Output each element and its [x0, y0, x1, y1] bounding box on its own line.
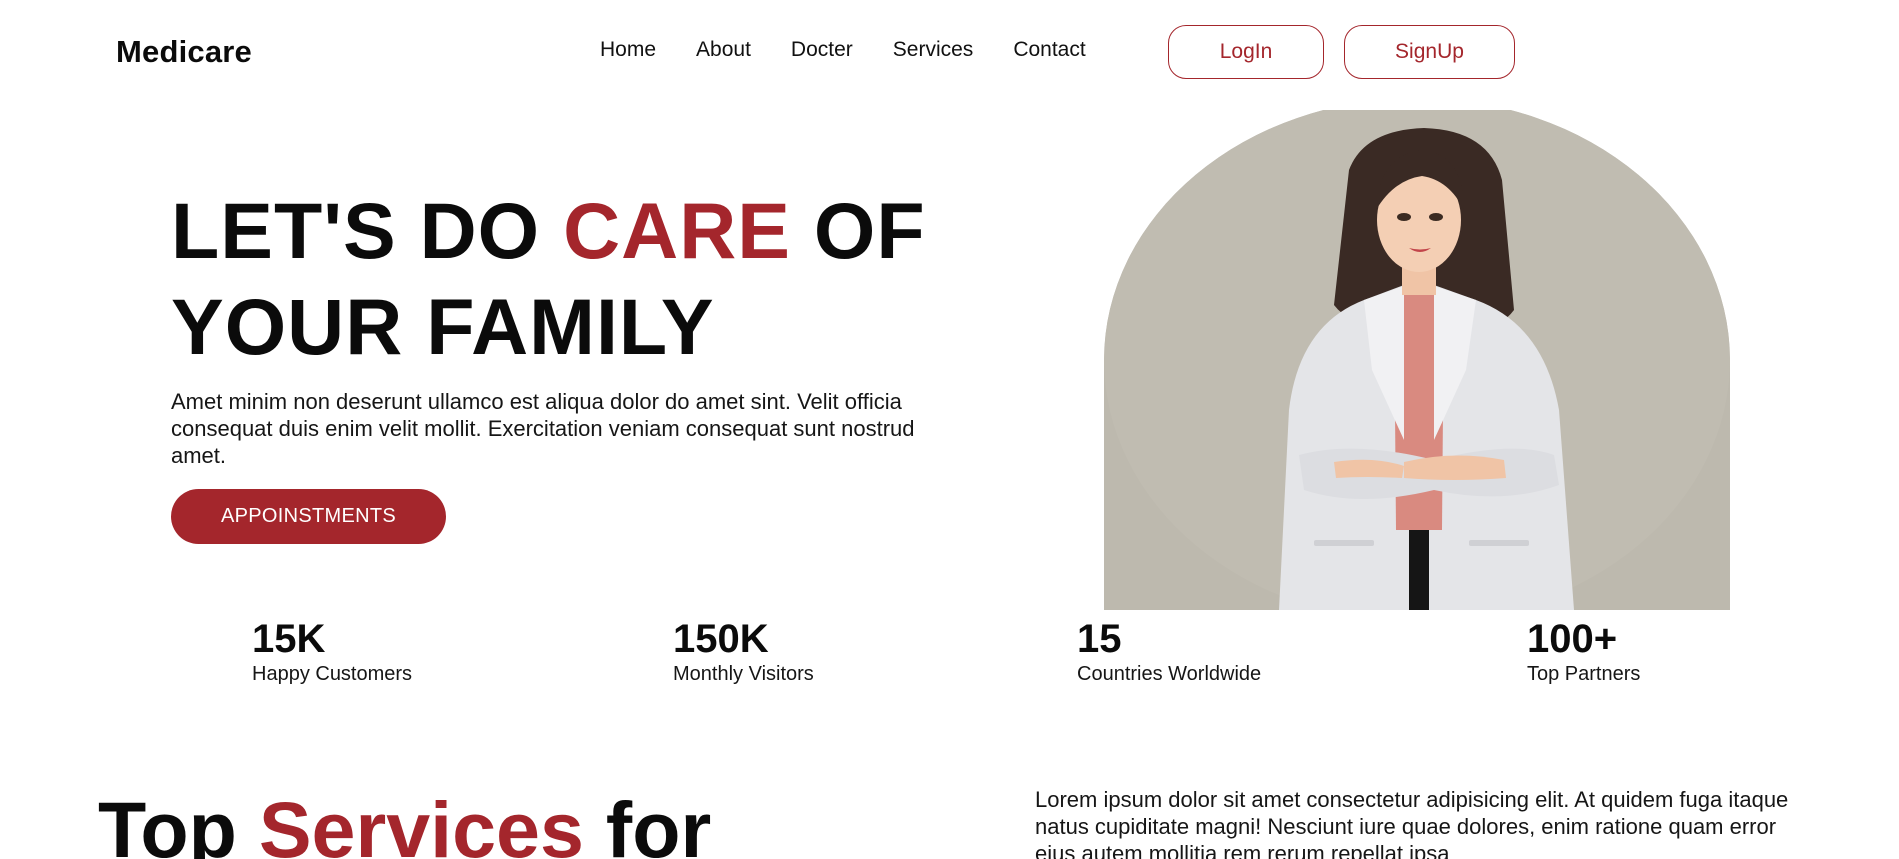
services-description: Lorem ipsum dolor sit amet consectetur a… — [1035, 787, 1789, 859]
stat-countries: 15 Countries Worldwide — [1077, 617, 1261, 686]
nav-about[interactable]: About — [696, 38, 751, 62]
stat-value: 100+ — [1527, 617, 1618, 661]
services-title-accent: Services — [258, 785, 584, 859]
stat-value: 15 — [1077, 617, 1122, 661]
nav-home[interactable]: Home — [600, 38, 656, 62]
stat-label: Countries Worldwide — [1077, 663, 1262, 685]
stat-top-partners: 100+ Top Partners — [1527, 617, 1640, 686]
stat-value: 150K — [673, 617, 769, 661]
stat-value: 15K — [252, 617, 326, 661]
stat-label: Happy Customers — [252, 663, 413, 685]
hero-title-part1: LET'S DO — [171, 186, 564, 275]
services-title: Top Services for — [98, 782, 711, 859]
services-title-part1: Top — [98, 785, 259, 859]
doctor-image — [1104, 98, 1730, 622]
nav-docter[interactable]: Docter — [791, 38, 853, 62]
appointments-button[interactable]: APPOINSTMENTS — [171, 489, 446, 544]
main-nav: Home About Docter Services Contact — [600, 38, 1086, 62]
services-title-part2: for — [583, 785, 712, 859]
nav-contact[interactable]: Contact — [1013, 38, 1085, 62]
nav-services[interactable]: Services — [893, 38, 974, 62]
hero-title-accent: CARE — [563, 186, 791, 275]
stat-monthly-visitors: 150K Monthly Visitors — [673, 617, 814, 686]
signup-button[interactable]: SignUp — [1344, 25, 1515, 79]
hero-description: Amet minim non deserunt ullamco est aliq… — [171, 389, 915, 468]
logo[interactable]: Medicare — [116, 34, 252, 70]
hero-title: LET'S DO CARE OF YOUR FAMILY — [171, 183, 991, 375]
login-button[interactable]: LogIn — [1168, 25, 1324, 79]
stat-happy-customers: 15K Happy Customers — [252, 617, 412, 686]
stat-label: Monthly Visitors — [673, 663, 814, 685]
page: Medicare Home About Docter Services Cont… — [0, 0, 1899, 859]
stat-label: Top Partners — [1527, 663, 1641, 685]
